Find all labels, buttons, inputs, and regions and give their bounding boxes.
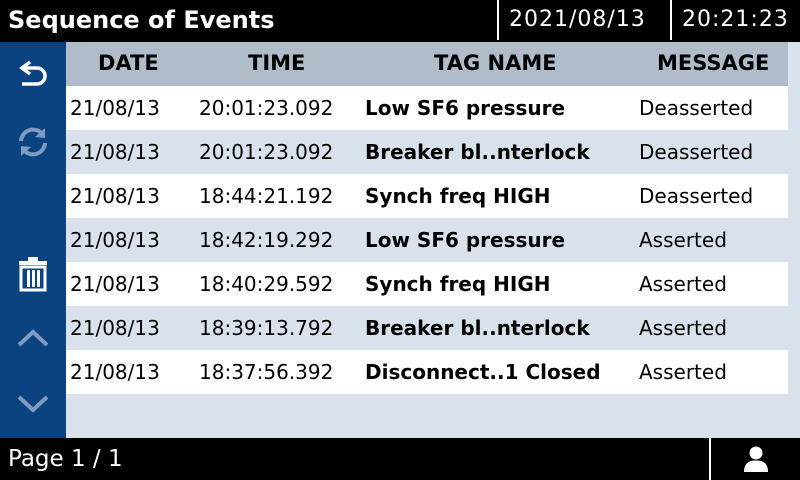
table-row[interactable]: 21/08/13 18:39:13.792 Breaker bl..nterlo…: [66, 306, 788, 350]
cell-tag-name: Breaker bl..nterlock: [365, 316, 590, 340]
cell-message: Deasserted: [639, 140, 754, 164]
cell-tag-name: Low SF6 pressure: [365, 228, 566, 252]
column-header-message[interactable]: MESSAGE: [657, 42, 769, 86]
table-row[interactable]: 21/08/13 18:37:56.392 Disconnect..1 Clos…: [66, 350, 788, 394]
cell-date: 21/08/13: [70, 228, 160, 252]
user-button[interactable]: [709, 438, 800, 480]
scroll-down-button[interactable]: [0, 382, 66, 426]
back-icon: [19, 60, 47, 86]
cell-time: 18:39:13.792: [199, 316, 334, 340]
cell-date: 21/08/13: [70, 140, 160, 164]
cell-time: 18:44:21.192: [199, 184, 334, 208]
cell-message: Asserted: [639, 272, 727, 296]
cell-time: 20:01:23.092: [199, 96, 334, 120]
table-row[interactable]: 21/08/13 20:01:23.092 Breaker bl..nterlo…: [66, 130, 788, 174]
table-row[interactable]: 21/08/13 18:40:29.592 Synch freq HIGH As…: [66, 262, 788, 306]
cell-date: 21/08/13: [70, 316, 160, 340]
top-bar: Sequence of Events 2021/08/13 20:21:23: [0, 0, 800, 42]
table-row[interactable]: 21/08/13 18:44:21.192 Synch freq HIGH De…: [66, 174, 788, 218]
scroll-up-button[interactable]: [0, 316, 66, 360]
page-indicator: Page 1 / 1: [8, 446, 123, 472]
cell-tag-name: Synch freq HIGH: [365, 272, 551, 296]
column-header-tag-name[interactable]: TAG NAME: [434, 42, 557, 86]
cell-time: 18:37:56.392: [199, 360, 334, 384]
bottom-bar: Page 1 / 1: [0, 438, 800, 480]
table-row[interactable]: 21/08/13 18:42:19.292 Low SF6 pressure A…: [66, 218, 788, 262]
column-header-time[interactable]: TIME: [248, 42, 305, 86]
events-table: DATE TIME TAG NAME MESSAGE 21/08/13 20:0…: [66, 42, 800, 438]
cell-tag-name: Low SF6 pressure: [365, 96, 566, 120]
column-header-date[interactable]: DATE: [98, 42, 159, 86]
delete-button[interactable]: [0, 252, 66, 296]
back-button[interactable]: [0, 54, 66, 98]
cell-date: 21/08/13: [70, 96, 160, 120]
chevron-up-icon: [17, 329, 49, 347]
cell-message: Asserted: [639, 228, 727, 252]
cell-tag-name: Disconnect..1 Closed: [365, 360, 601, 384]
cell-tag-name: Synch freq HIGH: [365, 184, 551, 208]
cell-message: Deasserted: [639, 184, 754, 208]
cell-message: Asserted: [639, 316, 727, 340]
cell-time: 20:01:23.092: [199, 140, 334, 164]
chevron-down-icon: [17, 395, 49, 413]
cell-date: 21/08/13: [70, 360, 160, 384]
user-icon: [743, 446, 768, 472]
page-title: Sequence of Events: [8, 6, 275, 34]
cell-time: 18:42:19.292: [199, 228, 334, 252]
refresh-icon: [19, 127, 47, 157]
header-date: 2021/08/13: [497, 0, 672, 40]
cell-date: 21/08/13: [70, 272, 160, 296]
cell-message: Asserted: [639, 360, 727, 384]
trash-icon: [19, 257, 47, 292]
sidebar: [0, 42, 66, 438]
cell-message: Deasserted: [639, 96, 754, 120]
table-row[interactable]: 21/08/13 20:01:23.092 Low SF6 pressure D…: [66, 86, 788, 130]
table-header: DATE TIME TAG NAME MESSAGE: [66, 42, 788, 86]
refresh-button[interactable]: [0, 120, 66, 164]
cell-date: 21/08/13: [70, 184, 160, 208]
cell-tag-name: Breaker bl..nterlock: [365, 140, 590, 164]
cell-time: 18:40:29.592: [199, 272, 334, 296]
header-time: 20:21:23: [670, 0, 800, 40]
